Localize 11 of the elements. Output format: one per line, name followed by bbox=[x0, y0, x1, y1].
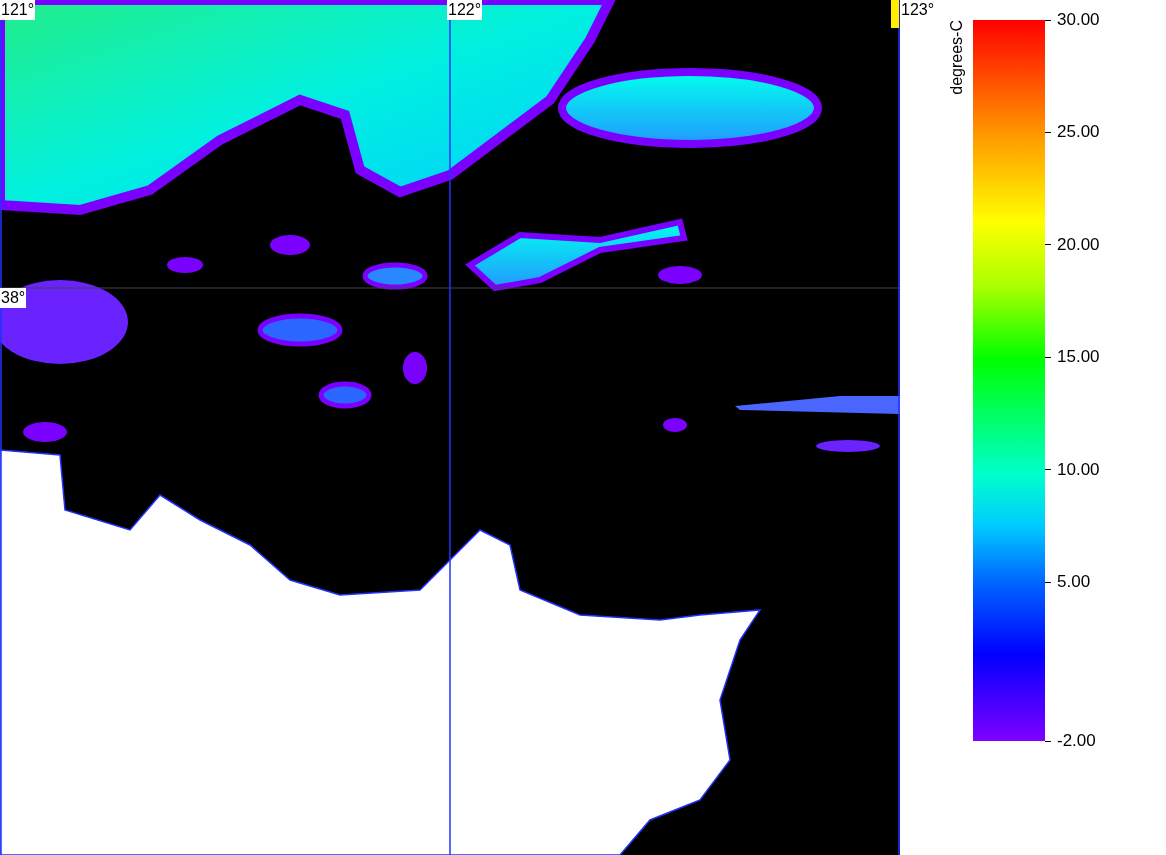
colorbar-tick-label: 10.00 bbox=[1057, 459, 1100, 480]
colorbar-tick-label: 15.00 bbox=[1057, 347, 1100, 368]
colorbar-tick-label: -2.00 bbox=[1057, 731, 1096, 751]
colorbar-tick-label: 25.00 bbox=[1057, 122, 1100, 143]
colorbar-label: degrees-C bbox=[948, 20, 966, 95]
colorbar-tick-label: 30.00 bbox=[1057, 10, 1100, 30]
latitude-label: 38° bbox=[0, 288, 27, 308]
longitude-label: 122° bbox=[447, 0, 483, 20]
longitude-label: 121° bbox=[0, 0, 36, 20]
colorbar-tick-label: 20.00 bbox=[1057, 234, 1100, 255]
colorbar-tick-label: 5.00 bbox=[1057, 572, 1091, 592]
